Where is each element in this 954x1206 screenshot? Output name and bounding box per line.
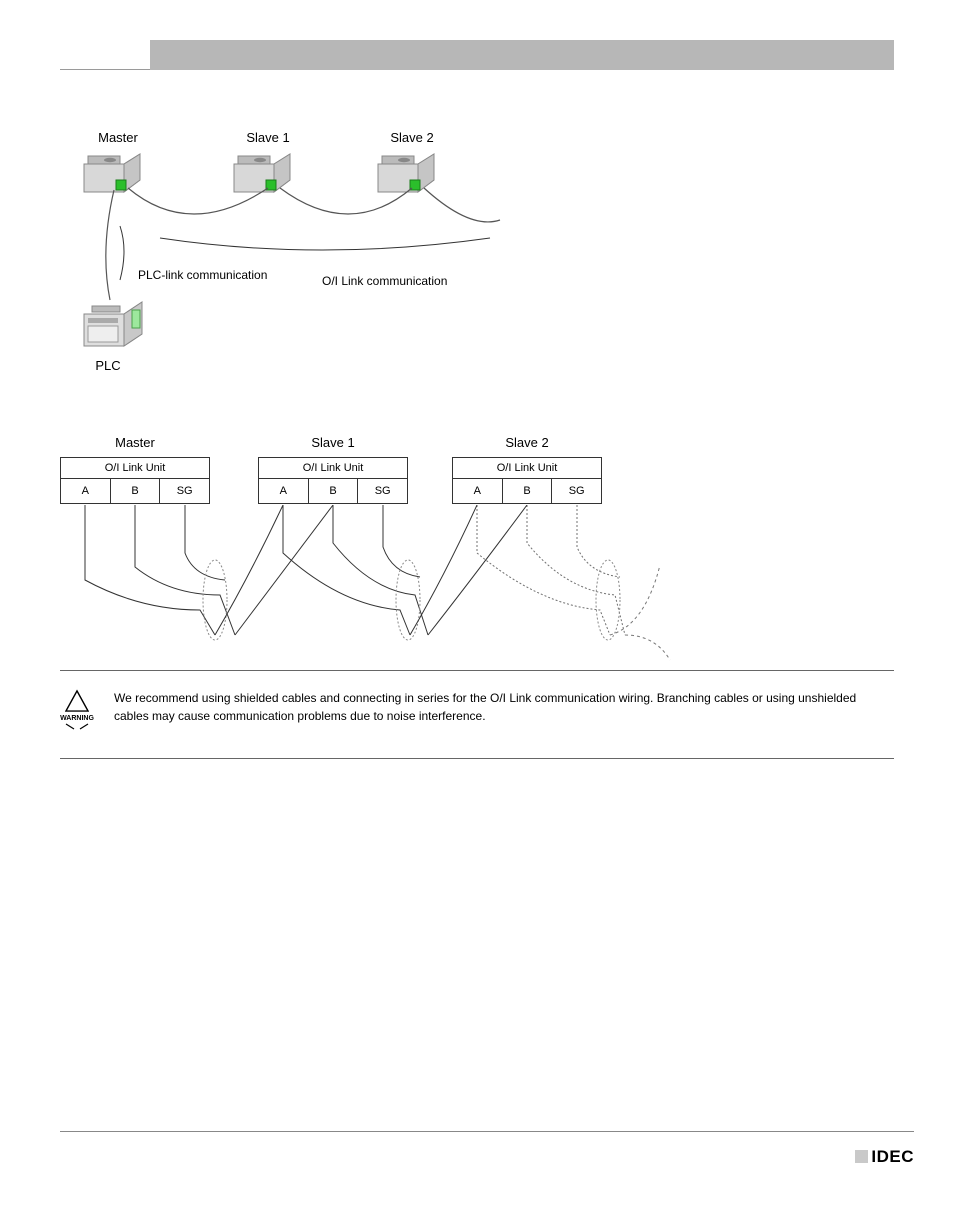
- warning-label: WARNING: [60, 715, 94, 722]
- plc-device-icon: [80, 300, 148, 348]
- header-left-blank: [60, 40, 150, 70]
- terminal-b: B: [503, 479, 553, 503]
- wiring-diagram: Master Slave 1 Slave 2 O/I Link Unit A B…: [70, 435, 710, 685]
- terminal-a: A: [453, 479, 503, 503]
- label2-slave1: Slave 1: [258, 435, 408, 450]
- terminal-sg: SG: [552, 479, 601, 503]
- label-oi-link: O/I Link communication: [322, 274, 447, 288]
- network-diagram: Master Slave 1 Slave 2: [70, 130, 550, 410]
- terminal-sg: SG: [358, 479, 407, 503]
- terminal-a: A: [61, 479, 111, 503]
- terminal-b: B: [111, 479, 161, 503]
- label-plc: PLC: [78, 358, 138, 373]
- terminal-sg: SG: [160, 479, 209, 503]
- header-gray-bar: [150, 40, 894, 70]
- slave1-unit-box: O/I Link Unit A B SG: [258, 457, 408, 504]
- label2-slave2: Slave 2: [452, 435, 602, 450]
- label2-master: Master: [60, 435, 210, 450]
- footer: IDEC: [60, 1131, 914, 1171]
- logo-text: IDEC: [871, 1147, 914, 1167]
- unit-title: O/I Link Unit: [453, 458, 601, 479]
- logo-square-icon: [855, 1150, 868, 1163]
- warning-block: WARNING We recommend using shielded cabl…: [60, 670, 894, 759]
- warning-icon: WARNING: [60, 689, 94, 730]
- terminal-b: B: [309, 479, 359, 503]
- warning-text: We recommend using shielded cables and c…: [114, 689, 894, 725]
- terminal-a: A: [259, 479, 309, 503]
- header-bar: [60, 40, 894, 70]
- master-unit-box: O/I Link Unit A B SG: [60, 457, 210, 504]
- wiring-lines-icon: [60, 505, 700, 675]
- unit-title: O/I Link Unit: [61, 458, 209, 479]
- slave2-unit-box: O/I Link Unit A B SG: [452, 457, 602, 504]
- idec-logo: IDEC: [855, 1147, 914, 1167]
- unit-title: O/I Link Unit: [259, 458, 407, 479]
- label-plc-link: PLC-link communication: [138, 268, 267, 282]
